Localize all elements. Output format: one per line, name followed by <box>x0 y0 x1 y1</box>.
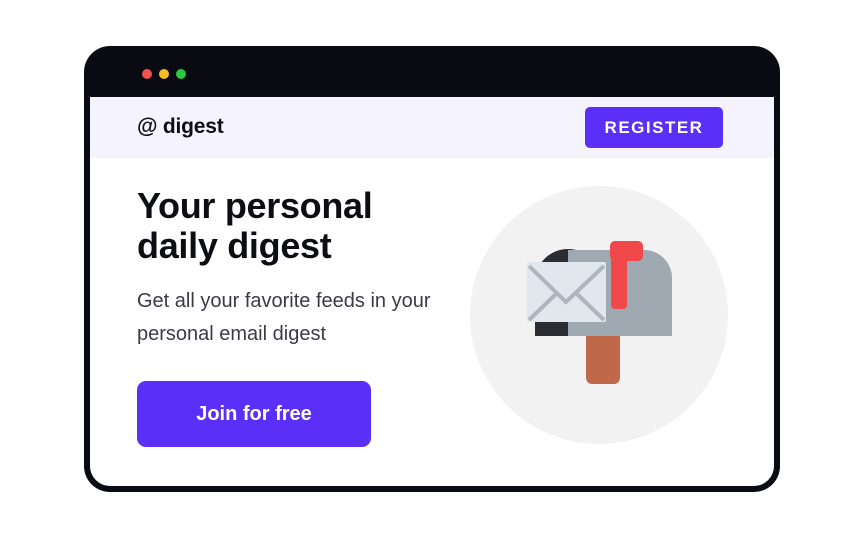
browser-window: @ digest REGISTER Your personal daily di… <box>84 46 780 492</box>
maximize-window-dot[interactable] <box>176 69 186 79</box>
navbar: @ digest REGISTER <box>90 97 774 158</box>
logo[interactable]: @ digest <box>137 115 224 139</box>
register-button[interactable]: REGISTER <box>585 107 723 148</box>
join-for-free-button[interactable]: Join for free <box>137 381 371 447</box>
illustration-circle <box>470 186 728 444</box>
mailbox-with-envelope-icon <box>527 241 672 384</box>
hero-title: Your personal daily digest <box>137 185 373 266</box>
hero-subtitle: Get all your favorite feeds in your pers… <box>137 290 431 345</box>
close-window-dot[interactable] <box>142 69 152 79</box>
window-titlebar <box>90 46 774 97</box>
mailbox-flag-pole <box>611 241 627 309</box>
page-content: @ digest REGISTER Your personal daily di… <box>90 97 774 486</box>
minimize-window-dot[interactable] <box>159 69 169 79</box>
